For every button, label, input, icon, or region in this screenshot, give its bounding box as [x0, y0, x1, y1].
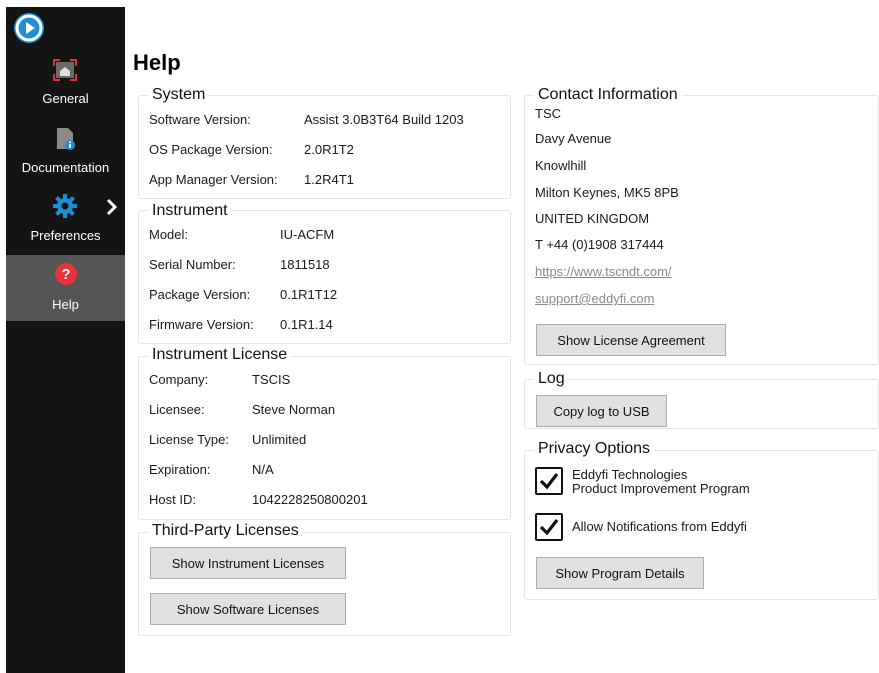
show-software-licenses-button[interactable]: Show Software Licenses	[150, 593, 346, 625]
copy-log-to-usb-button[interactable]: Copy log to USB	[536, 395, 667, 427]
sidebar-item-label: General	[42, 91, 89, 106]
contact-locality: Knowlhill	[535, 158, 587, 173]
serial-number-label: Serial Number:	[149, 257, 236, 272]
app-manager-version-value: 1.2R4T1	[304, 172, 354, 187]
contact-information-group-title: Contact Information	[534, 86, 682, 104]
show-program-details-button[interactable]: Show Program Details	[536, 557, 704, 589]
contact-street: Davy Avenue	[535, 131, 612, 146]
sidebar-item-label: Preferences	[30, 228, 101, 243]
model-label: Model:	[149, 227, 189, 242]
gear-icon	[52, 193, 78, 222]
software-version-value: Assist 3.0B3T64 Build 1203	[304, 112, 464, 127]
product-improvement-label-line2: Product Improvement Program	[572, 481, 750, 496]
instrument-group-title: Instrument	[148, 202, 232, 220]
show-instrument-licenses-button[interactable]: Show Instrument Licenses	[150, 547, 346, 579]
document-info-icon	[55, 127, 77, 154]
sidebar-item-preferences[interactable]: Preferences	[6, 191, 125, 251]
os-package-version-value: 2.0R1T2	[304, 142, 354, 157]
expiration-label: Expiration:	[149, 462, 211, 477]
app-manager-version-label: App Manager Version:	[149, 172, 278, 187]
company-label: Company:	[149, 372, 209, 387]
play-logo-icon[interactable]	[14, 13, 44, 43]
sidebar: General Documentation Preferences ? Help	[6, 7, 125, 673]
support-email-link[interactable]: support@eddyfi.com	[535, 291, 654, 306]
help-icon: ?	[54, 262, 78, 289]
svg-text:?: ?	[61, 266, 70, 283]
home-screen-icon	[53, 59, 77, 84]
expiration-value: N/A	[252, 462, 274, 477]
contact-city-postcode: Milton Keynes, MK5 8PB	[535, 185, 679, 200]
contact-country: UNITED KINGDOM	[535, 211, 650, 226]
page-title: Help	[133, 50, 181, 75]
log-group-title: Log	[534, 370, 569, 388]
firmware-version-label: Firmware Version:	[149, 317, 254, 332]
host-id-value: 1042228250800201	[252, 492, 368, 507]
contact-company: TSC	[535, 106, 561, 121]
allow-notifications-checkbox[interactable]	[535, 513, 563, 541]
package-version-value: 0.1R1T12	[280, 287, 338, 302]
privacy-options-group-title: Privacy Options	[534, 440, 655, 458]
sidebar-item-general[interactable]: General	[6, 55, 125, 113]
host-id-label: Host ID:	[149, 492, 196, 507]
package-version-label: Package Version:	[149, 287, 251, 302]
sidebar-item-help[interactable]: ? Help	[6, 255, 125, 321]
license-type-value: Unlimited	[252, 432, 307, 447]
software-version-label: Software Version:	[149, 112, 251, 127]
website-link[interactable]: https://www.tscndt.com/	[535, 264, 672, 279]
model-value: IU-ACFM	[280, 227, 335, 242]
licensee-label: Licensee:	[149, 402, 205, 417]
checkmark-icon	[539, 473, 559, 490]
chevron-right-icon[interactable]	[106, 198, 118, 219]
contact-phone: T +44 (0)1908 317444	[535, 237, 664, 252]
licensee-value: Steve Norman	[252, 402, 336, 417]
serial-number-value: 1811518	[280, 257, 330, 272]
checkmark-icon	[539, 519, 559, 536]
firmware-version-value: 0.1R1.14	[280, 317, 333, 332]
sidebar-item-label: Help	[52, 297, 79, 312]
third-party-licenses-group-title: Third-Party Licenses	[148, 522, 303, 540]
product-improvement-label[interactable]: Eddyfi Technologies Product Improvement …	[572, 468, 750, 496]
instrument-license-group-title: Instrument License	[148, 346, 292, 364]
product-improvement-checkbox[interactable]	[535, 467, 563, 495]
os-package-version-label: OS Package Version:	[149, 142, 273, 157]
company-value: TSCIS	[252, 372, 291, 387]
sidebar-item-documentation[interactable]: Documentation	[6, 123, 125, 183]
system-group-title: System	[148, 86, 210, 104]
allow-notifications-label[interactable]: Allow Notifications from Eddyfi	[572, 520, 747, 534]
product-improvement-label-line1: Eddyfi Technologies	[572, 467, 688, 482]
license-type-label: License Type:	[149, 432, 229, 447]
show-license-agreement-button[interactable]: Show License Agreement	[536, 324, 726, 356]
sidebar-item-label: Documentation	[21, 160, 110, 175]
